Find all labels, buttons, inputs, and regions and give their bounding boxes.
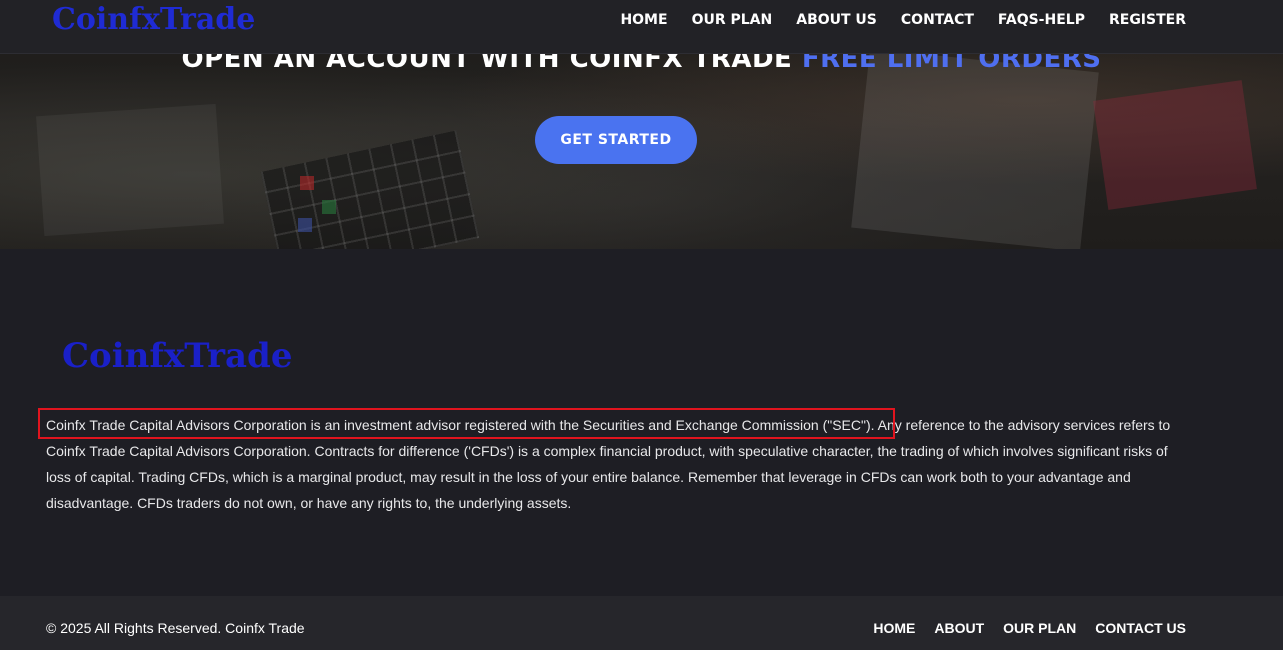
- main-nav: HOME OUR PLAN ABOUT US CONTACT FAQS-HELP…: [620, 11, 1186, 29]
- highlight-box: [38, 408, 895, 439]
- nav-register[interactable]: REGISTER: [1109, 11, 1186, 29]
- footer-link-home[interactable]: HOME: [873, 620, 915, 636]
- footer: © 2025 All Rights Reserved. Coinfx Trade…: [0, 596, 1283, 650]
- hero-background-decor: [260, 130, 480, 249]
- copyright-text: © 2025 All Rights Reserved. Coinfx Trade: [46, 620, 305, 636]
- footer-brand-logo: CoinfxTrade: [62, 336, 293, 376]
- footer-link-contact-us[interactable]: CONTACT US: [1095, 620, 1186, 636]
- hero-background-decor: [36, 103, 224, 237]
- footer-nav: HOME ABOUT OUR PLAN CONTACT US: [873, 620, 1186, 636]
- nav-about-us[interactable]: ABOUT US: [796, 11, 877, 29]
- hero-background-decor: [298, 218, 312, 232]
- footer-link-about[interactable]: ABOUT: [934, 620, 984, 636]
- nav-contact[interactable]: CONTACT: [901, 11, 974, 29]
- get-started-button[interactable]: GET STARTED: [535, 116, 697, 164]
- nav-home[interactable]: HOME: [620, 11, 667, 29]
- footer-link-our-plan[interactable]: OUR PLAN: [1003, 620, 1076, 636]
- nav-our-plan[interactable]: OUR PLAN: [692, 11, 773, 29]
- hero-background-decor: [851, 48, 1099, 249]
- site-logo[interactable]: CoinfxTrade: [52, 2, 255, 37]
- nav-faqs-help[interactable]: FAQS-HELP: [998, 11, 1085, 29]
- top-navbar: CoinfxTrade HOME OUR PLAN ABOUT US CONTA…: [0, 0, 1283, 54]
- hero-background-decor: [1093, 80, 1257, 210]
- hero-background-decor: [322, 200, 336, 214]
- hero-background-decor: [300, 176, 314, 190]
